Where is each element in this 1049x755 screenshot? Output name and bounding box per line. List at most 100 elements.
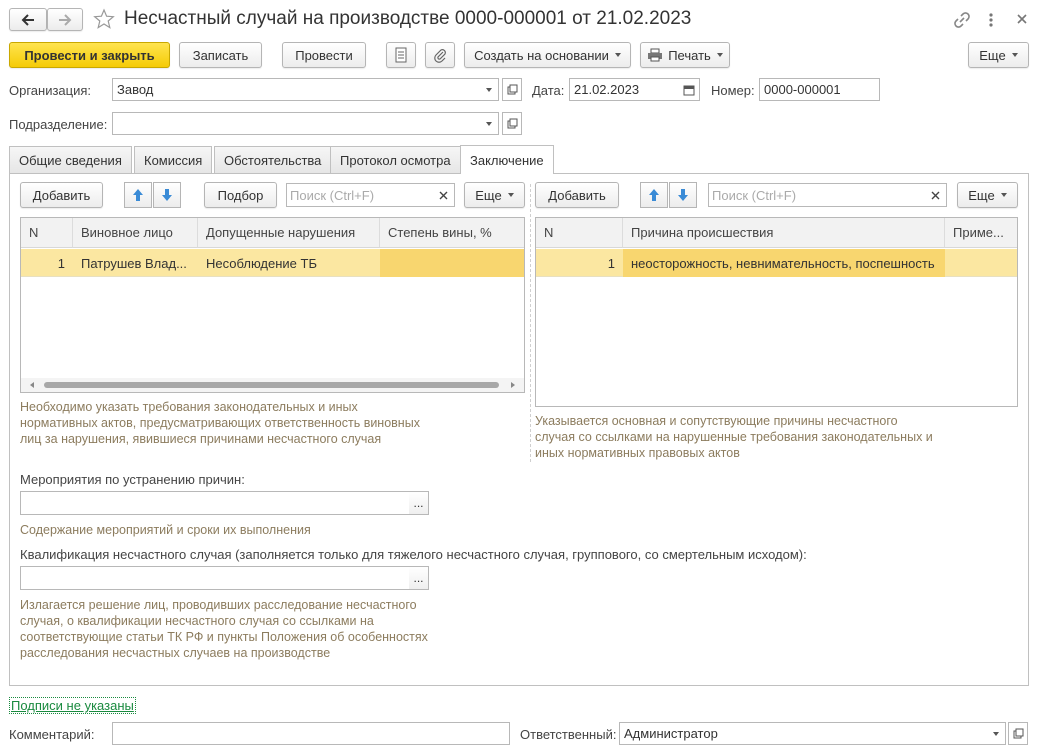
cell-cause: неосторожность, невнимательность, поспеш…	[623, 249, 945, 277]
organization-open-button[interactable]	[502, 78, 522, 101]
post-button[interactable]: Провести	[282, 42, 366, 68]
horizontal-scrollbar[interactable]	[21, 378, 524, 392]
left-more-button[interactable]: Еще	[464, 182, 525, 208]
calendar-button[interactable]	[678, 78, 700, 101]
signatures-link[interactable]: Подписи не указаны	[9, 697, 136, 714]
more-menu-icon[interactable]	[984, 10, 998, 30]
arrow-down-icon	[162, 189, 172, 201]
comment-field[interactable]	[112, 722, 510, 745]
tab-general[interactable]: Общие сведения	[9, 146, 132, 173]
forward-button[interactable]	[47, 8, 83, 31]
right-search-input[interactable]: Поиск (Ctrl+F)	[708, 183, 926, 207]
left-search-clear-button[interactable]	[433, 183, 455, 207]
attach-button[interactable]	[425, 42, 455, 68]
col-header-person[interactable]: Виновное лицо	[73, 218, 198, 248]
tab-commission[interactable]: Комиссия	[134, 146, 213, 173]
document-list-icon	[395, 47, 407, 63]
measures-field[interactable]	[20, 491, 410, 515]
right-more-label: Еще	[968, 187, 995, 203]
right-more-button[interactable]: Еще	[957, 182, 1018, 208]
right-move-up-button[interactable]	[640, 182, 668, 208]
cell-n: 1	[57, 255, 65, 271]
right-search-clear-button[interactable]	[925, 183, 947, 207]
col-header-n[interactable]: N	[21, 218, 73, 248]
favorite-star-icon[interactable]	[93, 8, 115, 30]
calendar-icon	[683, 85, 694, 95]
col-header-note[interactable]: Приме...	[945, 218, 1017, 248]
chevron-down-icon	[614, 53, 621, 57]
responsible-open-button[interactable]	[1008, 722, 1028, 745]
scroll-right-icon[interactable]	[511, 382, 515, 388]
number-field[interactable]: 0000-000001	[759, 78, 880, 101]
right-add-button[interactable]: Добавить	[535, 182, 619, 208]
link-icon[interactable]	[952, 10, 972, 30]
post-and-close-button[interactable]: Провести и закрыть	[9, 42, 170, 68]
column-splitter[interactable]	[530, 184, 531, 462]
date-label: Дата:	[532, 83, 565, 98]
left-move-up-button[interactable]	[124, 182, 152, 208]
department-open-button[interactable]	[502, 112, 522, 135]
right-move-down-button[interactable]	[669, 182, 697, 208]
chevron-down-icon	[507, 193, 514, 197]
department-dropdown-button[interactable]	[479, 112, 499, 135]
chevron-down-icon	[485, 87, 492, 92]
date-field[interactable]: 21.02.2023	[569, 78, 679, 101]
write-button[interactable]: Записать	[179, 42, 262, 68]
back-button[interactable]	[9, 8, 47, 31]
organization-field[interactable]: Завод	[112, 78, 480, 101]
chevron-down-icon	[992, 731, 999, 736]
culprits-table: N Виновное лицо Допущенные нарушения Сте…	[20, 217, 525, 393]
tab-conclusion[interactable]: Заключение	[460, 145, 554, 174]
report-button[interactable]	[386, 42, 416, 68]
left-move-down-button[interactable]	[153, 182, 181, 208]
tab-circumstances[interactable]: Обстоятельства	[214, 146, 332, 173]
tab-inspection-protocol[interactable]: Протокол осмотра	[330, 146, 461, 173]
col-header-violations[interactable]: Допущенные нарушения	[198, 218, 380, 248]
close-icon[interactable]	[1013, 10, 1031, 28]
qualification-hint: Излагается решение лиц, проводивших расс…	[20, 598, 428, 660]
measures-hint: Содержание мероприятий и сроки их выполн…	[20, 523, 311, 537]
chevron-down-icon	[716, 53, 723, 57]
chevron-down-icon	[1011, 53, 1018, 57]
paperclip-icon	[434, 49, 446, 63]
left-search-input[interactable]: Поиск (Ctrl+F)	[286, 183, 434, 207]
qualification-select-button[interactable]: ...	[409, 566, 429, 590]
col-header-cause[interactable]: Причина происшествия	[623, 218, 945, 248]
col-header-n[interactable]: N	[536, 218, 623, 248]
cell-person: Патрушев Влад...	[81, 255, 187, 271]
window-title: Несчастный случай на производстве 0000-0…	[124, 8, 692, 29]
more-button[interactable]: Еще	[968, 42, 1029, 68]
responsible-dropdown-button[interactable]	[986, 722, 1006, 745]
left-pick-button[interactable]: Подбор	[204, 182, 277, 208]
comment-label: Комментарий:	[9, 727, 95, 742]
arrow-up-icon	[649, 189, 659, 201]
scrollbar-thumb[interactable]	[44, 382, 499, 388]
print-label: Печать	[668, 47, 711, 63]
organization-dropdown-button[interactable]	[479, 78, 499, 101]
responsible-label: Ответственный:	[520, 727, 617, 742]
left-add-button[interactable]: Добавить	[20, 182, 103, 208]
open-window-icon	[507, 84, 517, 95]
organization-label: Организация:	[9, 83, 92, 98]
create-based-on-label: Создать на основании	[474, 47, 609, 63]
cell-degree[interactable]	[380, 249, 524, 277]
measures-label: Мероприятия по устранению причин:	[20, 472, 245, 487]
open-window-icon	[1013, 728, 1023, 739]
col-header-degree[interactable]: Степень вины, %	[380, 218, 524, 248]
arrow-down-icon	[678, 189, 688, 201]
department-field[interactable]	[112, 112, 480, 135]
cell-note	[945, 249, 1017, 277]
qualification-field[interactable]	[20, 566, 410, 590]
create-based-on-button[interactable]: Создать на основании	[464, 42, 631, 68]
more-label: Еще	[979, 47, 1006, 63]
responsible-field[interactable]: Администратор	[619, 722, 987, 745]
print-button[interactable]: Печать	[640, 42, 730, 68]
measures-select-button[interactable]: ...	[409, 491, 429, 515]
arrow-left-icon	[21, 13, 34, 26]
left-more-label: Еще	[475, 187, 502, 203]
chevron-down-icon	[485, 121, 492, 126]
open-window-icon	[507, 118, 517, 129]
culprits-hint: Необходимо указать требования законодате…	[20, 400, 420, 446]
scroll-left-icon[interactable]	[30, 382, 34, 388]
causes-hint: Указывается основная и сопутствующие при…	[535, 414, 933, 460]
